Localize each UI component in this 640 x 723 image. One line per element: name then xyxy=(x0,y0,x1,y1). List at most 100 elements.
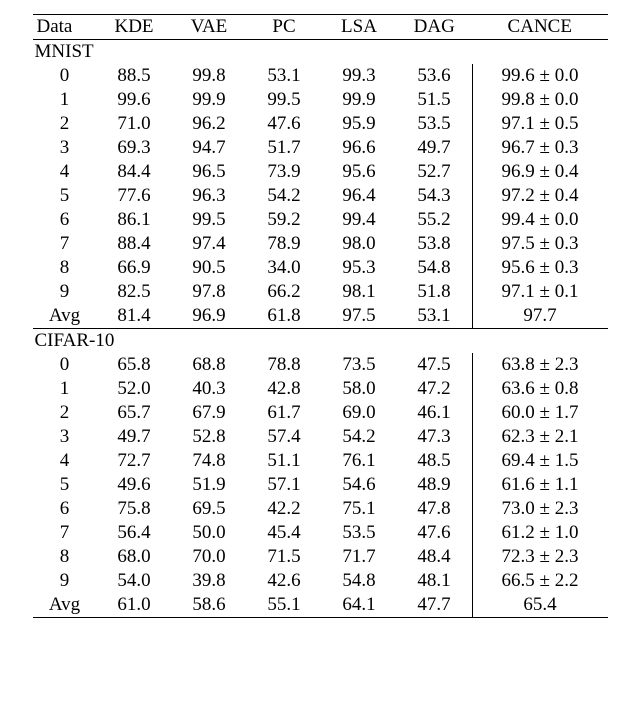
cell-kde: 86.1 xyxy=(97,208,172,232)
cell-kde: 71.0 xyxy=(97,112,172,136)
cell-dag: 54.8 xyxy=(397,256,473,280)
cell-pc: 53.1 xyxy=(247,64,322,88)
row-label: 3 xyxy=(33,425,97,449)
cell-vae: 74.8 xyxy=(172,449,247,473)
cell-dag: 51.8 xyxy=(397,280,473,304)
cell-pc: 47.6 xyxy=(247,112,322,136)
cell-lsa: 98.1 xyxy=(322,280,397,304)
cell-cance: 69.4 ± 1.5 xyxy=(472,449,608,473)
cell-pc: 51.7 xyxy=(247,136,322,160)
cell-lsa: 97.5 xyxy=(322,304,397,329)
cell-vae: 99.9 xyxy=(172,88,247,112)
table-row: 152.040.342.858.047.263.6 ± 0.8 xyxy=(33,377,608,401)
cell-lsa: 75.1 xyxy=(322,497,397,521)
row-label: 2 xyxy=(33,401,97,425)
row-label: 4 xyxy=(33,449,97,473)
row-label: 2 xyxy=(33,112,97,136)
cell-vae: 96.5 xyxy=(172,160,247,184)
table-row: 349.752.857.454.247.362.3 ± 2.1 xyxy=(33,425,608,449)
cell-pc: 42.6 xyxy=(247,569,322,593)
cell-pc: 42.2 xyxy=(247,497,322,521)
table-row: Avg81.496.961.897.553.197.7 xyxy=(33,304,608,329)
cell-lsa: 71.7 xyxy=(322,545,397,569)
cell-lsa: 95.6 xyxy=(322,160,397,184)
cell-vae: 50.0 xyxy=(172,521,247,545)
cell-dag: 55.2 xyxy=(397,208,473,232)
cell-pc: 57.1 xyxy=(247,473,322,497)
cell-kde: 88.5 xyxy=(97,64,172,88)
cell-dag: 47.7 xyxy=(397,593,473,618)
cell-cance: 61.6 ± 1.1 xyxy=(472,473,608,497)
cell-lsa: 73.5 xyxy=(322,353,397,377)
col-header-vae: VAE xyxy=(172,15,247,40)
table-row: 088.599.853.199.353.699.6 ± 0.0 xyxy=(33,64,608,88)
cell-dag: 47.3 xyxy=(397,425,473,449)
cell-kde: 81.4 xyxy=(97,304,172,329)
row-label: 8 xyxy=(33,545,97,569)
cell-dag: 49.7 xyxy=(397,136,473,160)
cell-kde: 84.4 xyxy=(97,160,172,184)
table-row: 549.651.957.154.648.961.6 ± 1.1 xyxy=(33,473,608,497)
row-label: 6 xyxy=(33,497,97,521)
col-header-lsa: LSA xyxy=(322,15,397,40)
cell-cance: 95.6 ± 0.3 xyxy=(472,256,608,280)
row-label: 1 xyxy=(33,88,97,112)
cell-pc: 71.5 xyxy=(247,545,322,569)
row-label: Avg xyxy=(33,593,97,618)
table-row: 788.497.478.998.053.897.5 ± 0.3 xyxy=(33,232,608,256)
cell-vae: 51.9 xyxy=(172,473,247,497)
col-header-cance: CANCE xyxy=(472,15,608,40)
cell-cance: 99.8 ± 0.0 xyxy=(472,88,608,112)
cell-cance: 97.5 ± 0.3 xyxy=(472,232,608,256)
cell-cance: 96.7 ± 0.3 xyxy=(472,136,608,160)
cell-dag: 53.1 xyxy=(397,304,473,329)
cell-lsa: 96.4 xyxy=(322,184,397,208)
cell-dag: 51.5 xyxy=(397,88,473,112)
cell-kde: 77.6 xyxy=(97,184,172,208)
cell-lsa: 76.1 xyxy=(322,449,397,473)
cell-pc: 66.2 xyxy=(247,280,322,304)
cell-lsa: 54.2 xyxy=(322,425,397,449)
row-label: Avg xyxy=(33,304,97,329)
col-header-pc: PC xyxy=(247,15,322,40)
cell-kde: 49.6 xyxy=(97,473,172,497)
cell-lsa: 98.0 xyxy=(322,232,397,256)
cell-pc: 99.5 xyxy=(247,88,322,112)
cell-lsa: 99.4 xyxy=(322,208,397,232)
cell-kde: 49.7 xyxy=(97,425,172,449)
table-row: 065.868.878.873.547.563.8 ± 2.3 xyxy=(33,353,608,377)
cell-kde: 88.4 xyxy=(97,232,172,256)
cell-vae: 58.6 xyxy=(172,593,247,618)
cell-pc: 54.2 xyxy=(247,184,322,208)
cell-kde: 54.0 xyxy=(97,569,172,593)
cell-kde: 69.3 xyxy=(97,136,172,160)
table-row: 954.039.842.654.848.166.5 ± 2.2 xyxy=(33,569,608,593)
row-label: 3 xyxy=(33,136,97,160)
section-row: CIFAR-10 xyxy=(33,329,608,354)
cell-pc: 57.4 xyxy=(247,425,322,449)
row-label: 5 xyxy=(33,473,97,497)
cell-lsa: 58.0 xyxy=(322,377,397,401)
row-label: 8 xyxy=(33,256,97,280)
cell-cance: 99.6 ± 0.0 xyxy=(472,64,608,88)
header-row: Data KDE VAE PC LSA DAG CANCE xyxy=(33,15,608,40)
cell-cance: 97.2 ± 0.4 xyxy=(472,184,608,208)
cell-dag: 47.5 xyxy=(397,353,473,377)
cell-dag: 47.6 xyxy=(397,521,473,545)
cell-vae: 96.3 xyxy=(172,184,247,208)
cell-kde: 68.0 xyxy=(97,545,172,569)
row-label: 7 xyxy=(33,232,97,256)
cell-dag: 47.2 xyxy=(397,377,473,401)
cell-cance: 72.3 ± 2.3 xyxy=(472,545,608,569)
table-row: 868.070.071.571.748.472.3 ± 2.3 xyxy=(33,545,608,569)
section-row: MNIST xyxy=(33,40,608,65)
cell-lsa: 69.0 xyxy=(322,401,397,425)
cell-cance: 96.9 ± 0.4 xyxy=(472,160,608,184)
row-label: 5 xyxy=(33,184,97,208)
cell-pc: 51.1 xyxy=(247,449,322,473)
table-body: MNIST088.599.853.199.353.699.6 ± 0.01 99.… xyxy=(33,40,608,618)
cell-pc: 73.9 xyxy=(247,160,322,184)
table-row: 369.394.751.796.649.796.7 ± 0.3 xyxy=(33,136,608,160)
cell-vae: 94.7 xyxy=(172,136,247,160)
cell-cance: 99.4 ± 0.0 xyxy=(472,208,608,232)
